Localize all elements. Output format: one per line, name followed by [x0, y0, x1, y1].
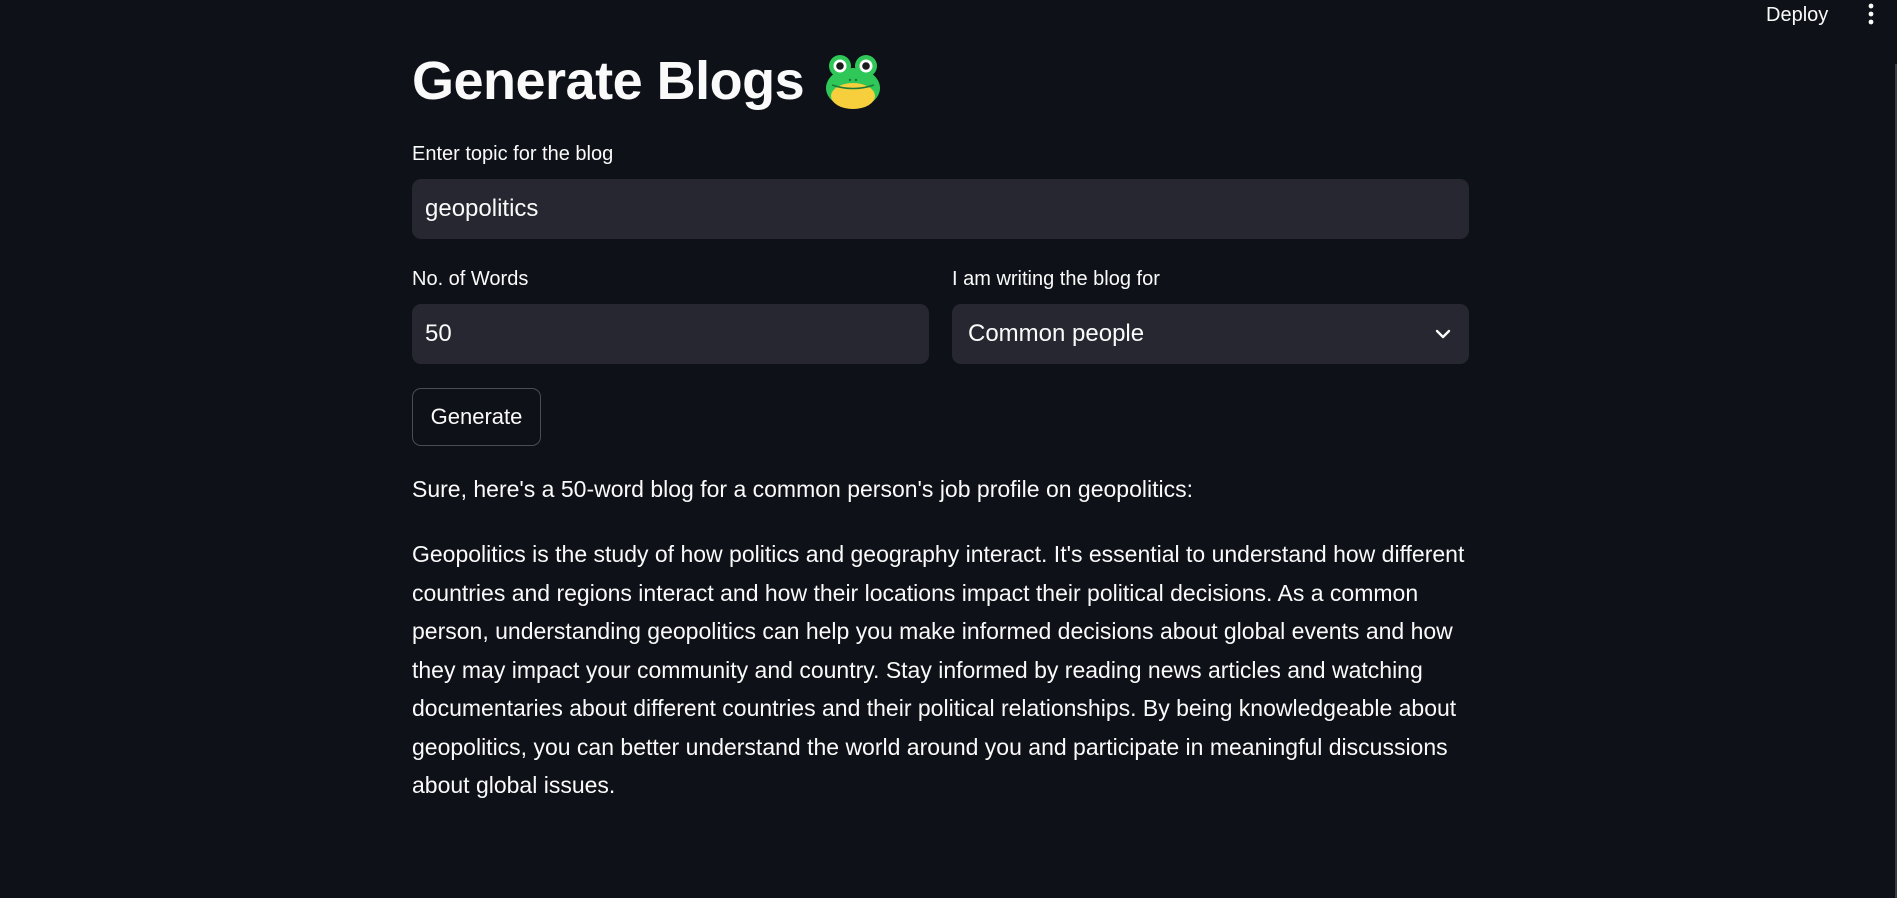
audience-label: I am writing the blog for	[952, 268, 1160, 290]
output-intro-text: Sure, here's a 50-word blog for a common…	[412, 476, 1193, 502]
topic-label: Enter topic for the blog	[412, 143, 614, 165]
words-input[interactable]	[412, 304, 929, 364]
title-row: Generate Blogs	[412, 46, 882, 116]
page-title: Generate Blogs	[412, 51, 805, 111]
output-blog-text: Geopolitics is the study of how politics…	[412, 541, 1465, 798]
audience-selected-value: Common people	[968, 320, 1145, 347]
generate-button[interactable]: Generate	[412, 388, 541, 446]
deploy-button[interactable]: Deploy	[1758, 2, 1836, 28]
chevron-down-icon	[1435, 329, 1451, 339]
words-label: No. of Words	[412, 268, 529, 290]
topic-input[interactable]	[412, 179, 1469, 239]
app-toolbar: Deploy	[0, 0, 1897, 30]
frog-icon	[826, 55, 881, 109]
vertical-ellipsis-icon[interactable]	[1864, 3, 1878, 25]
audience-select[interactable]: Common people	[952, 304, 1469, 364]
